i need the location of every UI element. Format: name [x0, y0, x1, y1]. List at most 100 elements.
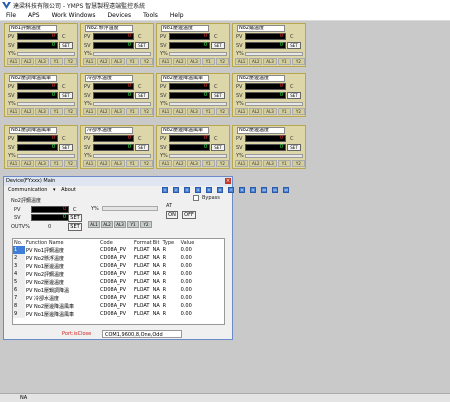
pv-display: 0 — [245, 33, 286, 40]
table-row[interactable]: 6 PV No1壓鍋調降溫 CD08A_PV FLOAT NA R 0.00 — [13, 286, 224, 294]
table-cell: NA — [152, 279, 160, 285]
monitor-panel[interactable]: No2.懸浮溫度 PV 0 C SV 0 SET Y% AL1 AL2 AL3 Y1 Y2 — [80, 23, 154, 67]
monitor-panel[interactable]: No1壓邊溫度 PV 0 C SV 0 SET Y% AL1 AL2 AL3 Y1 Y2 — [156, 23, 230, 67]
at-off-button[interactable]: OFF — [182, 211, 196, 219]
menu-devices[interactable]: Devices — [101, 12, 137, 19]
device-select-button[interactable]: 9 — [250, 187, 256, 193]
table-row[interactable]: 4 PV No2評鋼溫度 CD08A_PV FLOAT NA R 0.00 — [13, 270, 224, 278]
dialog-titlebar[interactable]: Device(FYxxx) Main × — [4, 177, 232, 186]
menu-communication[interactable]: Communication ▾ — [8, 187, 56, 193]
table-header-row: No. Function Name Code Format Bit Type V… — [13, 239, 224, 246]
alarm-indicators: AL1 AL2 AL3 Y1 Y2 — [235, 108, 306, 115]
window-title: 達梁科技有限公司 - YMPS 智慧製程遠端監控系統 — [13, 3, 146, 10]
output-bar — [169, 52, 227, 56]
sv-set-button[interactable]: SET — [68, 214, 82, 222]
set-button[interactable]: SET — [211, 92, 225, 99]
set-button[interactable]: SET — [211, 144, 225, 151]
menu-work-windows[interactable]: Work Windows — [46, 12, 102, 19]
outv-set-button[interactable]: SET — [68, 223, 82, 231]
monitor-panel[interactable]: No2壓邊溫度 PV 0 C SV 0 SET Y% AL1 AL2 AL3 Y1 Y2 — [232, 125, 306, 169]
device-select-button[interactable]: 11 — [272, 187, 278, 193]
alarm-indicator: Y2 — [215, 108, 230, 115]
panel-title: No1壓調降溫風車 — [9, 127, 57, 134]
table-cell: NA — [152, 287, 160, 293]
monitor-panel[interactable]: 冷卻水溫度 PV 0 C SV 0 SET Y% AL1 AL2 AL3 Y1 Y2 — [80, 73, 154, 117]
y-label: Y% — [160, 153, 168, 159]
y-label: Y% — [8, 153, 16, 159]
unit-label: C — [73, 207, 77, 213]
pv-label: PV — [8, 34, 15, 40]
table-row[interactable]: 2 PV No2懸浮溫度 CD08A_PV FLOAT NA R 0.00 — [13, 254, 224, 262]
menu-tools[interactable]: Tools — [137, 12, 164, 19]
monitor-panel[interactable]: No1壓調降溫風車 PV 0 C SV 0 SET Y% AL1 AL2 AL3 Y1 Y2 — [4, 125, 78, 169]
set-button[interactable]: SET — [135, 42, 149, 49]
close-icon[interactable]: × — [225, 178, 231, 184]
pv-label: PV — [84, 34, 91, 40]
table-row[interactable]: 3 PV No1壓邊溫度 CD08A_PV FLOAT NA R 0.00 — [13, 262, 224, 270]
set-button[interactable]: SET — [59, 92, 73, 99]
monitor-panel[interactable]: No2壓邊降溫風車 PV 0 C SV 0 SET Y% AL1 AL2 AL3 Y1 Y2 — [156, 125, 230, 169]
unit-label: C — [290, 136, 294, 142]
table-row[interactable]: 1 PV No1評鋼溫度 CD08A_PV FLOAT NA R 0.00 — [13, 246, 224, 254]
table-row[interactable]: 8 PV No2壓邊降溫風車 CD08A_PV FLOAT NA R 0.00 — [13, 302, 224, 310]
device-select-button[interactable]: 1 — [162, 187, 168, 193]
menu-help[interactable]: Help — [164, 12, 190, 19]
set-button[interactable]: SET — [59, 144, 73, 151]
alarm-indicators: AL1 AL2 AL3 Y1 Y2 — [7, 108, 78, 115]
pv-display: 0 — [169, 33, 210, 40]
table-row[interactable]: 7 PV 冷卻水溫度 CD08A_PV FLOAT NA R 0.00 — [13, 294, 224, 302]
alarm-indicators: AL1 AL2 AL3 Y1 Y2 — [7, 58, 78, 65]
table-cell: FLOAT — [134, 311, 150, 317]
monitor-panel[interactable]: 冷卻水溫度 PV 0 C SV 0 SET Y% AL1 AL2 AL3 Y1 Y2 — [80, 125, 154, 169]
monitor-panel[interactable]: No2壓調降溫風車 PV 0 C SV 0 SET Y% AL1 AL2 AL3 Y1 Y2 — [4, 73, 78, 117]
set-button[interactable]: SET — [287, 92, 301, 99]
output-bar — [245, 102, 303, 106]
pv-display: 0 — [169, 135, 210, 142]
sv-label: SV — [236, 145, 243, 151]
table-cell: PV No2懸浮溫度 — [26, 255, 65, 262]
table-cell: PV No1壓邊溫度 — [26, 263, 65, 270]
panel-title: 冷卻水溫度 — [85, 75, 133, 82]
set-button[interactable]: SET — [135, 144, 149, 151]
y-label: Y% — [8, 101, 16, 107]
device-select-button[interactable]: 5 — [206, 187, 212, 193]
bypass-checkbox[interactable] — [193, 195, 199, 201]
device-select-button[interactable]: 6 — [217, 187, 223, 193]
pv-display: 0 — [31, 206, 69, 213]
device-select-button[interactable]: 12 — [283, 187, 289, 193]
pv-display: 0 — [93, 135, 134, 142]
monitor-panel[interactable]: No2壓邊溫度 PV 0 C SV 0 SET Y% AL1 AL2 AL3 Y1 Y2 — [232, 73, 306, 117]
alarm-indicator: Y1 — [125, 108, 139, 115]
table-row[interactable]: 9 PV No1壓邊降溫風車 CD08A_PV FLOAT NA R 0.00 — [13, 310, 224, 318]
monitor-panel[interactable]: No1評鋼溫度 PV 0 C SV 0 SET Y% AL1 AL2 AL3 Y1 Y2 — [4, 23, 78, 67]
set-button[interactable]: SET — [287, 42, 301, 49]
set-button[interactable]: SET — [59, 42, 73, 49]
monitor-panel[interactable]: No2鐵溫度 PV 0 C SV 0 SET Y% AL1 AL2 AL3 Y1 Y2 — [232, 23, 306, 67]
pv-display: 0 — [245, 135, 286, 142]
device-select-button[interactable]: 4 — [195, 187, 201, 193]
menu-file[interactable]: File — [0, 12, 22, 19]
alarm-indicator: AL2 — [21, 108, 35, 115]
set-button[interactable]: SET — [287, 144, 301, 151]
device-select-button[interactable]: 2 — [173, 187, 179, 193]
device-select-button[interactable]: 8 — [239, 187, 245, 193]
device-select-button[interactable]: 7 — [228, 187, 234, 193]
device-select-button[interactable]: 10 — [261, 187, 267, 193]
dialog-title: Device(FYxxx) Main — [6, 178, 56, 184]
table-row[interactable]: 5 PV No2壓邊溫度 CD08A_PV FLOAT NA R 0.00 — [13, 278, 224, 286]
table-cell: 1 — [13, 246, 25, 254]
pv-label: PV — [160, 34, 167, 40]
y-label: Y% — [84, 101, 92, 107]
monitor-panel[interactable]: No2壓邊降溫風車 PV 0 C SV 0 SET Y% AL1 AL2 AL3 Y1 Y2 — [156, 73, 230, 117]
panel-title: No2壓邊溫度 — [237, 127, 285, 134]
at-on-button[interactable]: ON — [166, 211, 178, 219]
device-select-button[interactable]: 3 — [184, 187, 190, 193]
menu-about[interactable]: About — [61, 187, 76, 193]
set-button[interactable]: SET — [135, 92, 149, 99]
pv-display: 0 — [169, 83, 210, 90]
set-button[interactable]: SET — [211, 42, 225, 49]
alarm-indicator: AL3 — [111, 160, 125, 167]
alarm-indicator: AL2 — [97, 160, 111, 167]
sv-label: SV — [160, 43, 167, 49]
menu-aps[interactable]: APS — [22, 12, 46, 19]
